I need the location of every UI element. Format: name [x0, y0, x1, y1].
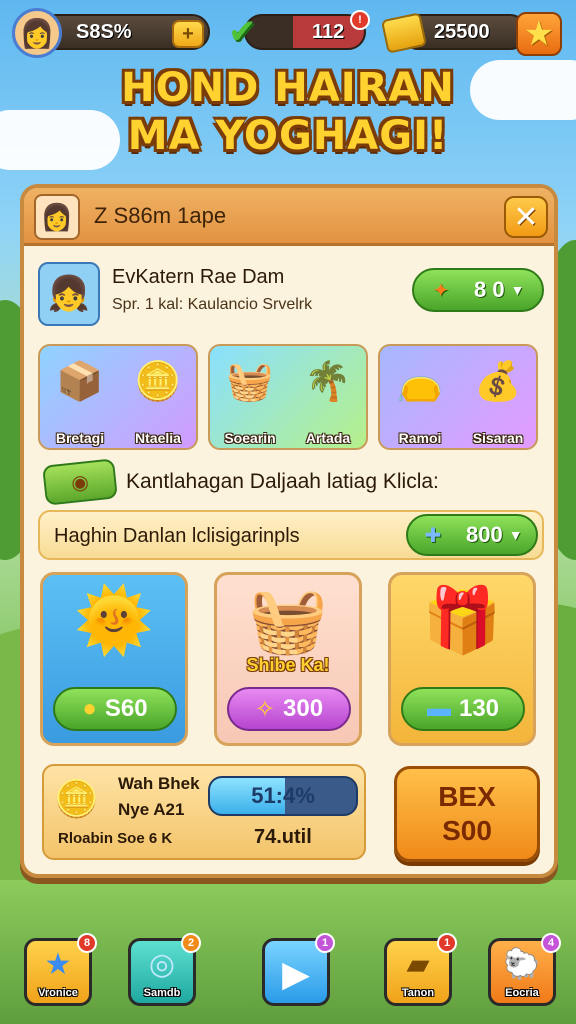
- energy-alert-badge: !: [350, 10, 370, 30]
- nav-vronice[interactable]: ★ Vronice 8: [24, 933, 97, 1006]
- sun-character-icon: 🌞: [74, 584, 154, 656]
- player-currency-value: 8 0: [474, 277, 505, 302]
- player-stat-value: S8S%: [76, 20, 132, 43]
- quest-amount: 74.util: [254, 826, 312, 848]
- orb-icon: ◎: [148, 948, 176, 981]
- check-icon: ✔: [228, 13, 257, 51]
- close-button[interactable]: ✕: [504, 196, 548, 238]
- puzzle-icon: ✚: [424, 524, 442, 547]
- shop-price: 130: [458, 695, 500, 722]
- coin-pile-icon: 💰: [474, 361, 522, 403]
- gold-key-icon: ✧: [254, 695, 276, 723]
- category-item-label: Ramoi: [398, 430, 442, 446]
- star-icon[interactable]: ★: [516, 12, 562, 56]
- shop-card-gift[interactable]: 🎁 ▬ 130: [388, 572, 536, 746]
- nav-eocria[interactable]: 🐑 Eocria 4: [488, 933, 561, 1006]
- treasure-chest-icon: 📦: [56, 361, 104, 403]
- plant-gold-icon: 🌴: [304, 361, 352, 403]
- banner-text: Haghin Danlan lclisigarinpls: [54, 525, 300, 547]
- gold-value: 25500: [434, 20, 490, 43]
- game-title: HOND HAIRAN MA YOGHAGI!: [0, 64, 576, 160]
- nav-badge: 2: [181, 933, 201, 953]
- quest-line-2: Nye A21: [118, 800, 185, 819]
- nav-label: Tanon: [401, 987, 435, 999]
- banner-value: 800: [466, 522, 503, 547]
- play-icon: ▶: [282, 953, 310, 994]
- quest-line-3: Rloabin Soe 6 K: [58, 830, 173, 847]
- category-card-2[interactable]: 🧺 Soearin 🌴 Artada: [208, 344, 368, 450]
- nav-samdb[interactable]: ◎ Samdb 2: [128, 933, 201, 1006]
- basket-icon: 🧺: [226, 361, 274, 403]
- banner-value-button[interactable]: ✚ 800 ▼: [406, 514, 538, 556]
- nav-badge: 8: [77, 933, 97, 953]
- coin-stack-icon: 🪙: [134, 361, 182, 403]
- quest-progress-bar: 51:4%: [208, 776, 358, 816]
- player-currency-button[interactable]: ✦ 8 0 ▼: [412, 268, 544, 312]
- category-item-label: Ntaelia: [135, 430, 181, 446]
- nav-play[interactable]: ▶ 1: [262, 933, 335, 1006]
- ticket-icon: ▰: [406, 948, 430, 981]
- category-item-label: Soearin: [224, 430, 276, 446]
- category-item-label: Bretagi: [55, 430, 105, 446]
- star-fruit-icon: ✦: [432, 279, 450, 302]
- red-bag-icon: 👝: [396, 361, 444, 403]
- player-avatar[interactable]: 👩: [12, 8, 62, 58]
- nav-badge: 1: [437, 933, 457, 953]
- shop-card-label: Shibe Ka!: [246, 655, 330, 675]
- shop-price: 300: [283, 695, 324, 722]
- nav-label: Samdb: [143, 987, 181, 999]
- player-subtitle: Spr. 1 kal: Kaulancio Srvelrk: [112, 296, 313, 313]
- big-button-line-2: S00: [442, 815, 492, 846]
- quest-line-1: Wah Bhek: [118, 774, 200, 793]
- star-icon: ★: [44, 948, 72, 981]
- shop-price: S60: [104, 695, 148, 722]
- nav-label: Vronice: [38, 987, 78, 999]
- player-row: 👧 EvKatern Rae Dam Spr. 1 kal: Kaulancio…: [38, 262, 548, 328]
- title-line-2: MA YOGHAGI!: [127, 113, 449, 159]
- info-text: Kantlahagan Daljaah latiag Klicla:: [126, 470, 439, 493]
- chevron-down-icon: ▼: [508, 527, 523, 543]
- nav-badge: 4: [541, 933, 561, 953]
- box-purchase-button[interactable]: BEX S00: [394, 766, 540, 862]
- category-card-1[interactable]: 📦 Bretagi 🪙 Ntaelia: [38, 344, 198, 450]
- info-row: ◉ Kantlahagan Daljaah latiag Klicla:: [38, 458, 548, 506]
- player-portrait: 👧: [38, 262, 100, 326]
- buy-gift-button[interactable]: ▬ 130: [401, 687, 525, 731]
- buy-sun-button[interactable]: ● S60: [53, 687, 177, 731]
- shop-card-basket[interactable]: 🧺 Shibe Ka! ✧ 300: [214, 572, 362, 746]
- shop-card-sun[interactable]: 🌞 ● S60: [40, 572, 188, 746]
- buy-basket-button[interactable]: ✧ 300: [227, 687, 351, 731]
- quest-box: 🪙 Wah Bhek Nye A21 Rloabin Soe 6 K 51:4%…: [42, 764, 366, 860]
- ticket-icon: ◉: [42, 458, 118, 506]
- nav-badge: 1: [315, 933, 335, 953]
- category-item-label: Sisaran: [472, 430, 524, 446]
- player-name: EvKatern Rae Dam: [112, 266, 285, 288]
- sheep-icon: 🐑: [503, 948, 541, 981]
- big-button-line-1: BEX: [438, 781, 496, 812]
- category-card-3[interactable]: 👝 Ramoi 💰 Sisaran: [378, 344, 538, 450]
- shop-panel: 👩 Z S86m 1ape ✕ 👧 EvKatern Rae Dam Spr. …: [20, 184, 558, 878]
- bottom-nav: ★ Vronice 8 ◎ Samdb 2 ▶ 1 ▰ Tanon 1 🐑 Eo…: [0, 930, 576, 1014]
- header-avatar: 👩: [34, 194, 80, 240]
- chevron-down-icon: ▼: [510, 282, 525, 298]
- panel-header-text: Z S86m 1ape: [94, 203, 227, 228]
- add-stat-button[interactable]: +: [172, 20, 204, 48]
- panel-header: 👩 Z S86m 1ape ✕: [24, 188, 554, 246]
- gold-coin-icon: ●: [82, 695, 97, 722]
- coin-stack-icon: 🪙: [54, 778, 99, 819]
- top-bar: 👩 S8S% + ✔ 112 ! 25500 ★: [0, 8, 576, 58]
- category-item-label: Artada: [305, 430, 351, 446]
- nav-tanon[interactable]: ▰ Tanon 1: [384, 933, 457, 1006]
- title-line-1: HOND HAIRAN: [121, 65, 455, 111]
- energy-value: 112: [312, 20, 345, 43]
- red-gift-box-icon: 🎁: [422, 584, 502, 656]
- blue-card-icon: ▬: [426, 695, 451, 722]
- progress-text: 51:4%: [251, 783, 315, 808]
- nav-label: Eocria: [505, 987, 539, 999]
- offer-banner: Haghin Danlan lclisigarinpls ✚ 800 ▼: [38, 510, 544, 560]
